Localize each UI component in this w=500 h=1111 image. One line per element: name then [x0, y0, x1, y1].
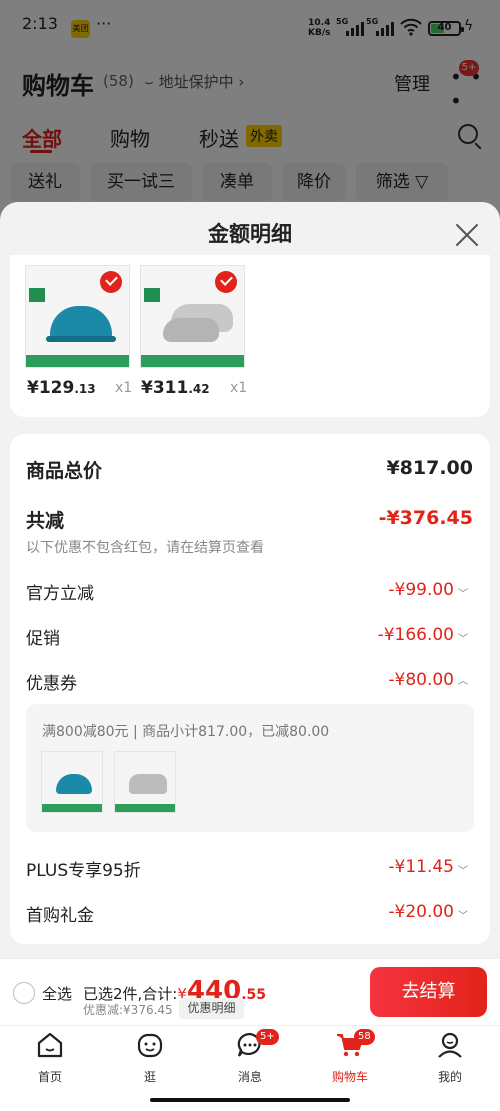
nav-profile[interactable]: 我的: [420, 1030, 480, 1085]
official-discount-label: 官方立减: [26, 584, 94, 604]
messages-badge: 5+: [256, 1029, 279, 1045]
coupon-value[interactable]: -¥80.00: [388, 670, 454, 690]
nav-home[interactable]: 首页: [20, 1030, 80, 1085]
chevron-down-icon[interactable]: ﹀: [458, 630, 468, 645]
discount-label: 共减: [26, 510, 65, 532]
plus-discount-label: PLUS专享95折: [26, 861, 141, 881]
home-icon: [37, 1032, 63, 1058]
select-all-radio[interactable]: [13, 982, 35, 1004]
saved-amount: 优惠减:¥376.45: [83, 1003, 173, 1017]
face-icon: [137, 1033, 163, 1058]
checkout-button[interactable]: 去结算: [370, 967, 487, 1017]
sheet-title: 金额明细: [208, 222, 292, 246]
official-discount-value[interactable]: -¥99.00: [388, 580, 454, 600]
chevron-down-icon[interactable]: ﹀: [458, 862, 468, 877]
shoe-icon: [129, 774, 167, 794]
first-purchase-value[interactable]: -¥20.00: [388, 902, 454, 922]
discount-note: 以下优惠不包含红包，请在结算页查看: [26, 540, 264, 556]
chevron-up-icon[interactable]: ︿: [458, 672, 468, 687]
coupon-thumb-shoes: [114, 751, 176, 813]
plus-discount-value[interactable]: -¥11.45: [388, 857, 454, 877]
chevron-down-icon[interactable]: ﹀: [458, 585, 468, 600]
cap-icon: [50, 306, 112, 340]
coupon-thumb-cap: [41, 751, 103, 813]
first-purchase-label: 首购礼金: [26, 906, 94, 926]
product-price: ¥129.13: [27, 378, 96, 398]
promotion-value[interactable]: -¥166.00: [378, 625, 454, 645]
product-check-icon[interactable]: [100, 271, 122, 293]
select-all-label[interactable]: 全选: [42, 983, 72, 1004]
discount-detail-button[interactable]: 优惠明细: [179, 998, 244, 1019]
product-qty: x1: [230, 380, 248, 396]
profile-icon: [438, 1032, 462, 1058]
home-indicator: [150, 1098, 350, 1102]
total-label: 商品总价: [26, 460, 103, 482]
product-price: ¥311.42: [141, 378, 210, 398]
chevron-down-icon[interactable]: ﹀: [458, 907, 468, 922]
cap-icon: [56, 774, 92, 794]
promotion-label: 促销: [26, 629, 60, 649]
cart-badge: 58: [354, 1029, 375, 1045]
total-value: ¥817.00: [386, 457, 473, 479]
nav-explore[interactable]: 逛: [120, 1030, 180, 1085]
coupon-detail-text: 满800减80元 | 商品小计817.00，已减80.00: [42, 724, 330, 740]
close-icon[interactable]: [454, 222, 480, 248]
product-qty: x1: [115, 380, 133, 396]
coupon-label: 优惠券: [26, 674, 77, 694]
discount-value: -¥376.45: [378, 507, 473, 529]
product-check-icon[interactable]: [215, 271, 237, 293]
